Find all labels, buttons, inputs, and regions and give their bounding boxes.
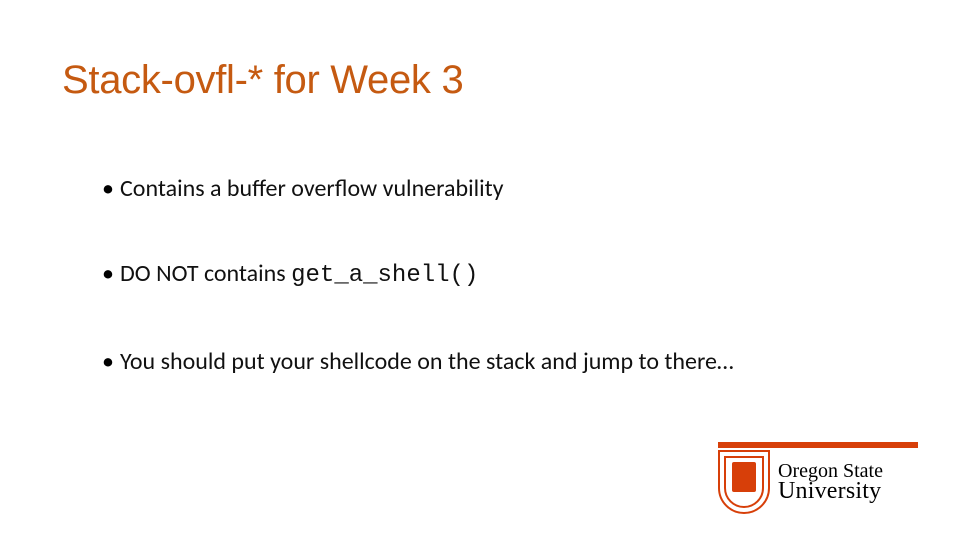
bullet-list: Contains a buffer overflow vulnerability… (62, 174, 922, 432)
bullet-text: You should put your shellcode on the sta… (120, 347, 734, 376)
shield-icon (718, 450, 770, 514)
title-suffix: -* for Week 3 (235, 58, 464, 102)
logo-accent-bar (718, 442, 918, 448)
bullet-text-prefix: DO NOT contains (120, 259, 291, 288)
logo-line-2: University (778, 479, 883, 503)
title-ovfl: ovfl (174, 58, 235, 102)
bullet-item: You should put your shellcode on the sta… (102, 347, 922, 376)
bullet-item: Contains a buffer overflow vulnerability (102, 174, 922, 203)
university-logo: Oregon State University (718, 450, 918, 514)
bullet-text: Contains a buffer overflow vulnerability (120, 174, 504, 203)
title-prefix: Stack- (62, 58, 174, 102)
slide: Stack-ovfl-* for Week 3 Contains a buffe… (0, 0, 960, 540)
bullet-item: DO NOT contains get_a_shell() (102, 259, 922, 290)
bullet-code: get_a_shell() (291, 262, 478, 289)
slide-title: Stack-ovfl-* for Week 3 (62, 58, 463, 103)
logo-text: Oregon State University (778, 450, 883, 514)
